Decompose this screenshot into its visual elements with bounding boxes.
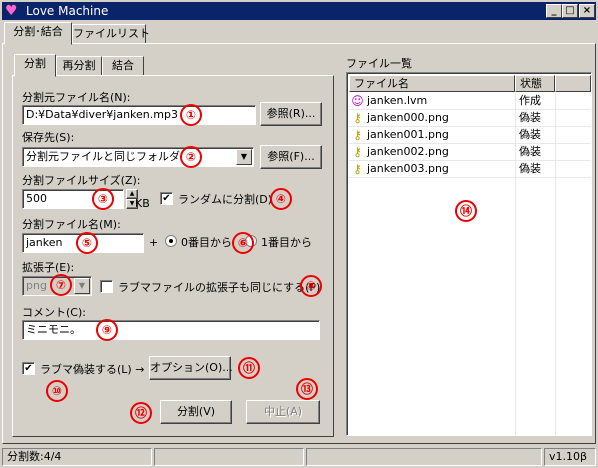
plus-sign: + — [149, 236, 159, 249]
tab-join[interactable]: 結合 — [102, 56, 144, 76]
window-title: Love Machine — [26, 4, 109, 18]
file-state: 作成 — [519, 94, 541, 107]
marker-6: ⑥ — [232, 232, 254, 254]
split-size-label: 分割ファイルサイズ(Z): — [22, 174, 141, 187]
split-count-status: 分割数:4/4 — [2, 448, 152, 466]
marker-10: ⑩ — [46, 380, 68, 402]
key-icon: ⚷ — [353, 128, 362, 142]
start-zero-radio[interactable] — [165, 235, 177, 247]
close-button[interactable]: × — [579, 4, 595, 18]
maximize-button[interactable]: □ — [562, 4, 578, 18]
tab-split-join[interactable]: 分割･結合 — [4, 22, 72, 45]
status-pane-empty — [154, 448, 304, 466]
destination-value: 分割元ファイルと同じフォルダ — [26, 150, 180, 163]
start-one-label[interactable]: 1番目から — [261, 236, 312, 249]
file-state: 偽装 — [519, 162, 541, 175]
love-machine-file-icon: ☺ — [351, 94, 364, 108]
marker-5: ⑤ — [76, 232, 98, 254]
file-list-view[interactable]: ファイル名 状態 ☺ janken.lvm 作成 ⚷ janken000.png… — [346, 72, 592, 436]
column-header-empty[interactable] — [555, 75, 591, 92]
status-bar: 分割数:4/4 v1.10β — [0, 446, 598, 468]
title-bar[interactable]: ♥ Love Machine _ □ × — [2, 2, 596, 20]
random-split-label[interactable]: ランダムに分割(D) — [178, 193, 272, 206]
column-header-state[interactable]: 状態 — [515, 75, 555, 92]
disguise-label[interactable]: ラブマ偽装する(L) → — [40, 363, 144, 376]
file-name: janken003.png — [367, 162, 449, 175]
options-button[interactable]: オプション(O)... — [149, 356, 233, 380]
file-row[interactable]: ☺ janken.lvm 作成 — [349, 93, 591, 110]
marker-9: ⑨ — [96, 319, 118, 341]
comment-label: コメント(C): — [22, 306, 86, 319]
chevron-down-icon[interactable]: ▼ — [236, 149, 252, 165]
file-row[interactable]: ⚷ janken002.png 偽装 — [349, 144, 591, 161]
destination-select[interactable]: 分割元ファイルと同じフォルダ — [22, 147, 254, 167]
split-button[interactable]: 分割(V) — [160, 400, 232, 424]
main-window: ♥ Love Machine _ □ × 分割･結合 ファイルリスト 分割 再分… — [0, 0, 598, 468]
status-pane-empty — [306, 448, 542, 466]
extension-value: png — [26, 279, 47, 292]
split-name-label: 分割ファイル名(M): — [22, 218, 121, 231]
marker-12: ⑫ — [130, 402, 152, 424]
marker-2: ② — [180, 146, 202, 168]
start-zero-label[interactable]: 0番目から — [181, 236, 232, 249]
key-icon: ⚷ — [353, 111, 362, 125]
browse-destination-button[interactable]: 参照(F)... — [260, 145, 322, 169]
file-state: 偽装 — [519, 111, 541, 124]
column-header-filename[interactable]: ファイル名 — [349, 75, 515, 92]
source-file-input[interactable]: D:¥Data¥diver¥janken.mp3 — [22, 105, 256, 125]
version-status: v1.10β — [544, 448, 596, 466]
same-extension-label[interactable]: ラブマファイルの拡張子も同じにする(P) — [118, 281, 320, 294]
minimize-button[interactable]: _ — [546, 4, 562, 18]
marker-11: ⑪ — [238, 357, 260, 379]
file-row[interactable]: ⚷ janken003.png 偽装 — [349, 161, 591, 178]
chevron-down-icon: ▼ — [74, 278, 90, 294]
marker-13: ⑬ — [296, 378, 318, 400]
inner-tab-strip: 分割 再分割 結合 — [14, 54, 164, 77]
marker-4: ④ — [270, 188, 292, 210]
size-unit: KB — [135, 197, 150, 210]
outer-tab-strip: 分割･結合 ファイルリスト — [4, 22, 204, 45]
marker-8: ⑧ — [300, 275, 322, 297]
file-row[interactable]: ⚷ janken001.png 偽装 — [349, 127, 591, 144]
random-split-checkbox[interactable]: ✔ — [160, 192, 173, 205]
tab-split[interactable]: 分割 — [14, 54, 56, 77]
source-file-label: 分割元ファイル名(N): — [22, 91, 131, 104]
file-state: 偽装 — [519, 145, 541, 158]
file-list-title: ファイル一覧 — [346, 57, 412, 70]
heart-icon[interactable]: ♥ — [5, 3, 21, 19]
file-name: janken002.png — [367, 145, 449, 158]
disguise-checkbox[interactable]: ✔ — [22, 362, 35, 375]
extension-label: 拡張子(E): — [22, 261, 75, 274]
marker-1: ① — [180, 104, 202, 126]
file-name: janken.lvm — [367, 94, 428, 107]
marker-7: ⑦ — [50, 274, 72, 296]
destination-label: 保存先(S): — [22, 131, 75, 144]
marker-14: ⑭ — [455, 200, 477, 222]
browse-source-button[interactable]: 参照(R)... — [260, 102, 322, 126]
tab-resplit[interactable]: 再分割 — [56, 56, 102, 76]
tab-file-list[interactable]: ファイルリスト — [72, 24, 150, 44]
file-state: 偽装 — [519, 128, 541, 141]
same-extension-checkbox[interactable] — [100, 280, 113, 293]
marker-3: ③ — [92, 188, 114, 210]
file-name: janken000.png — [367, 111, 449, 124]
key-icon: ⚷ — [353, 162, 362, 176]
key-icon: ⚷ — [353, 145, 362, 159]
file-name: janken001.png — [367, 128, 449, 141]
file-row[interactable]: ⚷ janken000.png 偽装 — [349, 110, 591, 127]
stop-button: 中止(A) — [246, 400, 320, 424]
comment-input[interactable]: ミニモニ。 — [22, 320, 320, 340]
